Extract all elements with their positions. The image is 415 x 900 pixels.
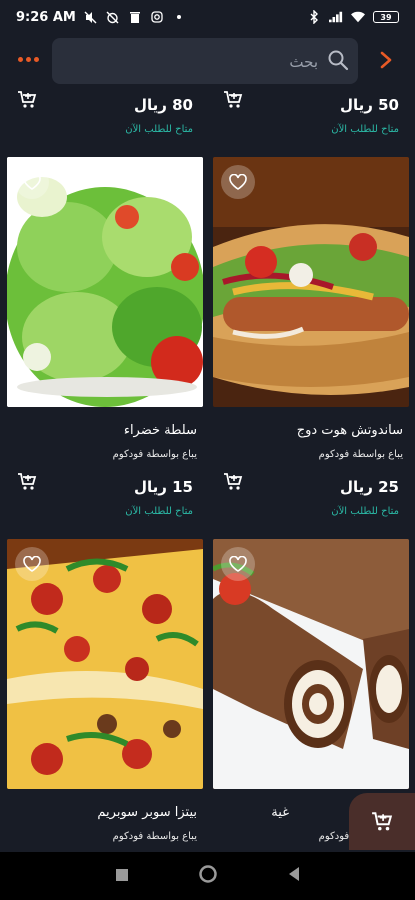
product-image[interactable] [7,157,203,407]
floating-cart-button[interactable] [349,793,415,850]
add-to-cart-icon[interactable] [17,90,39,112]
wifi-icon [351,10,365,24]
home-circle-icon[interactable] [198,864,218,888]
favorite-heart-icon[interactable] [221,165,255,199]
product-card[interactable]: 80 ريال متاح للطلب الآن سلطة خضراء يباع … [7,86,203,466]
product-name: بيتزا سوبر سوبريم [97,805,197,820]
product-price: 15 ريال [133,478,193,496]
add-to-cart-icon[interactable] [17,472,39,494]
battery-indicator: 39 [373,11,399,23]
signal-icon [329,10,343,24]
product-price: 25 ريال [339,478,399,496]
product-name: ساندوتش هوت دوج [296,423,403,438]
availability-label: متاح للطلب الآن [331,124,399,135]
product-image[interactable] [7,539,203,789]
trash-icon [128,10,142,24]
instagram-icon [150,10,164,24]
status-bar: 9:26 AM 39 [0,0,415,34]
dot-icon [172,10,186,24]
more-dots-icon[interactable] [18,50,40,68]
chevron-right-icon[interactable] [377,50,395,70]
product-name: سلطة خضراء [123,423,197,438]
product-name: غية [271,805,289,820]
search-box[interactable] [52,38,358,86]
add-to-cart-icon[interactable] [223,90,245,112]
system-nav-bar [0,852,415,900]
recents-square-icon[interactable] [115,867,129,886]
product-card[interactable]: 15 ريال متاح للطلب الآن بيتزا سوبر سوبري… [7,468,203,848]
seller-label: يباع بواسطة فودكوم [112,831,197,842]
favorite-heart-icon[interactable] [15,165,49,199]
mute-icon [84,10,98,24]
availability-label: متاح للطلب الآن [331,506,399,517]
status-time: 9:26 AM [16,9,76,25]
availability-label: متاح للطلب الآن [125,124,193,135]
add-to-cart-icon[interactable] [223,472,245,494]
product-image[interactable] [213,539,409,789]
seller-label: يباع بواسطة فودكوم [318,449,403,460]
product-price: 50 ريال [339,96,399,114]
favorite-heart-icon[interactable] [221,547,255,581]
cart-icon [372,811,393,830]
product-image[interactable] [213,157,409,407]
back-triangle-icon[interactable] [287,866,301,886]
seller-label: يباع بواسطة فودكوم [112,449,197,460]
search-icon[interactable] [326,48,350,72]
bluetooth-icon [307,10,321,24]
product-card[interactable]: 25 ريال متاح للطلب الآن غية يباع [213,468,409,848]
availability-label: متاح للطلب الآن [125,506,193,517]
search-input[interactable] [76,38,320,86]
favorite-heart-icon[interactable] [15,547,49,581]
top-bar [0,36,415,86]
alarm-off-icon [106,10,120,24]
product-price: 80 ريال [133,96,193,114]
product-card[interactable]: 50 ريال متاح للطلب الآن ساندوتش هوت دوج … [213,86,409,466]
